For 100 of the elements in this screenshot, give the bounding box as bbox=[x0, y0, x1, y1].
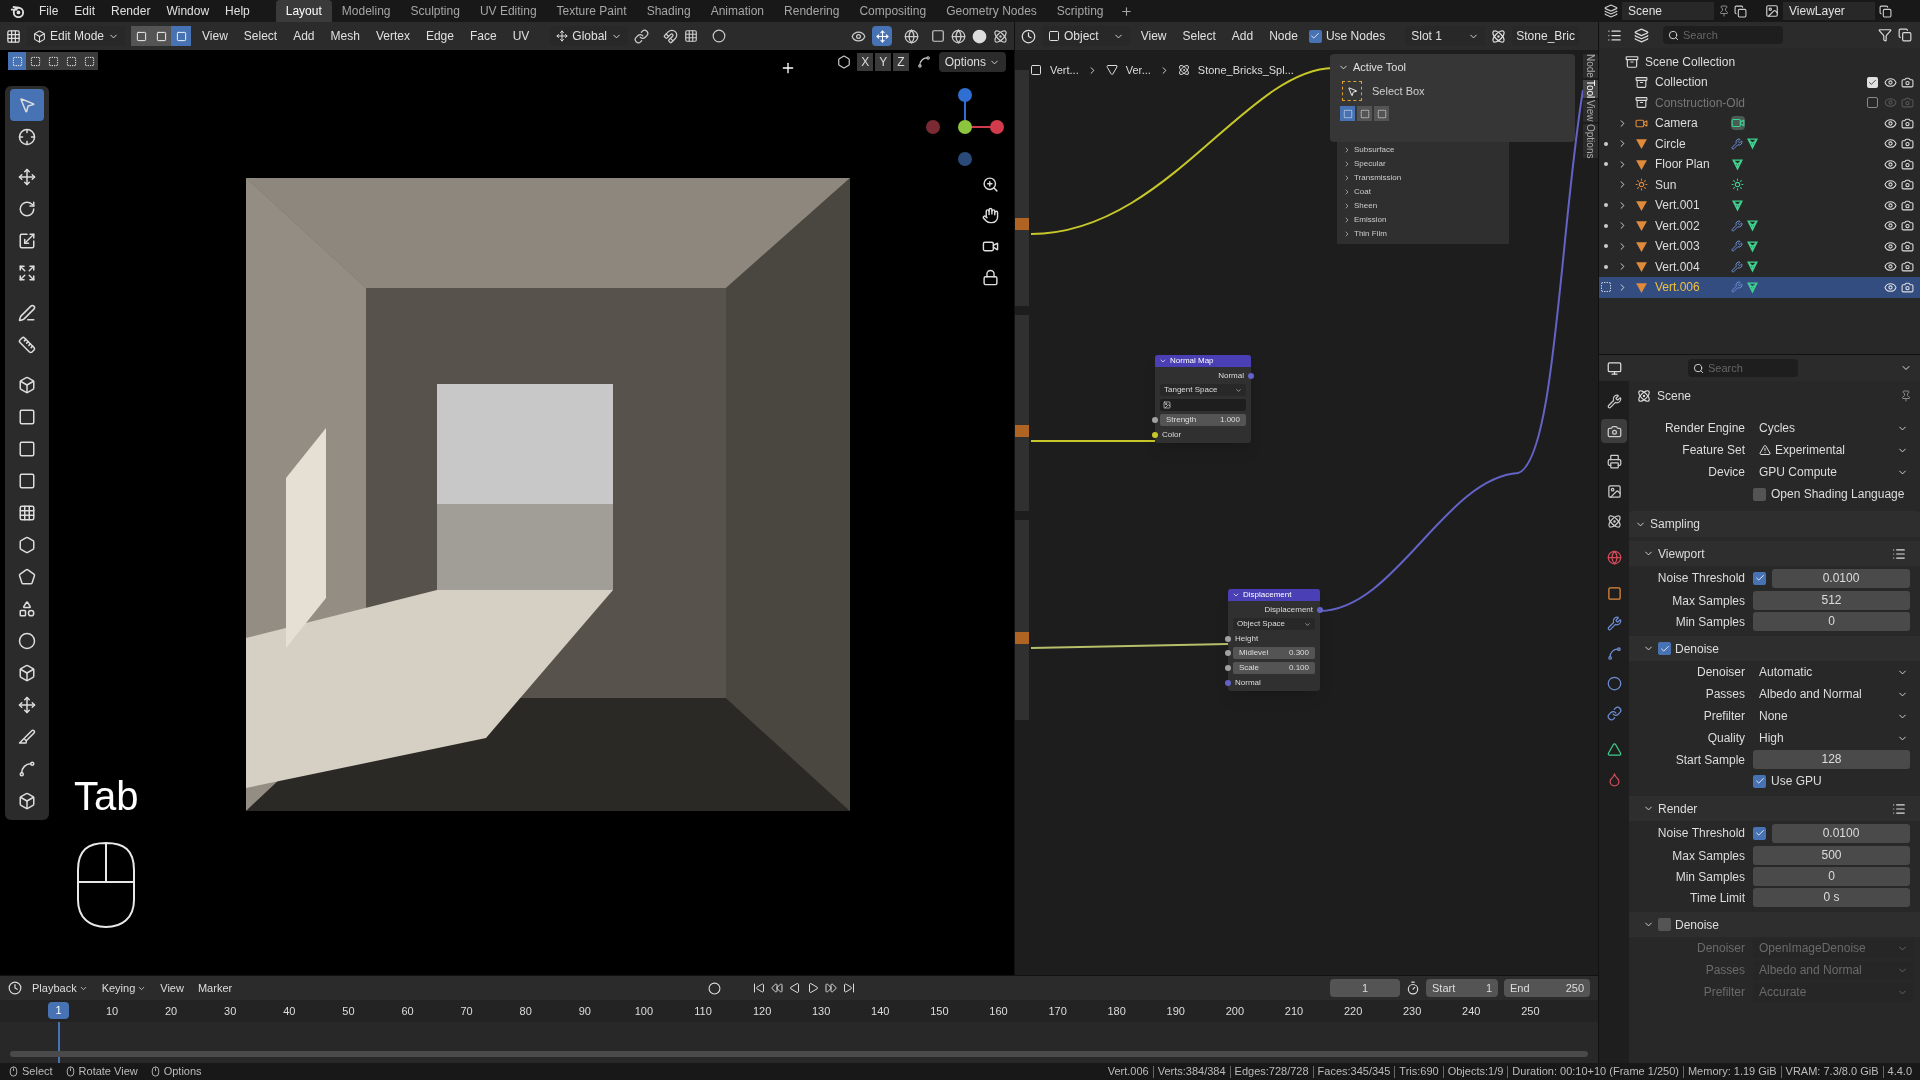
outliner-item-label[interactable]: Sun bbox=[1655, 175, 1725, 194]
menu-item[interactable]: Edit bbox=[66, 2, 104, 20]
menu-item[interactable]: Select bbox=[238, 27, 283, 45]
subpanel-header[interactable]: Denoise bbox=[1629, 636, 1920, 661]
current-frame-marker[interactable]: 1 bbox=[48, 1002, 69, 1019]
menu-item[interactable]: View bbox=[1135, 27, 1172, 45]
workspace-tab[interactable]: UV Editing bbox=[469, 0, 547, 22]
outliner-item-label[interactable]: Vert.001 bbox=[1655, 196, 1725, 215]
shader-node[interactable]: Normal Map Normal Tangent Space Strength 1.000 Color bbox=[1155, 355, 1251, 443]
workspace-tab[interactable]: Geometry Nodes bbox=[936, 0, 1047, 22]
node-panel-item[interactable]: Coat bbox=[1337, 186, 1509, 198]
outliner-row[interactable]: Vert.001 bbox=[1599, 195, 1920, 216]
outliner-item-label[interactable]: Circle bbox=[1655, 134, 1725, 153]
menu-item[interactable]: Select bbox=[1177, 27, 1221, 45]
outliner-row[interactable]: Circle bbox=[1599, 133, 1920, 154]
orientation-dropdown[interactable]: Global bbox=[550, 26, 628, 46]
outliner-row[interactable]: Vert.004 bbox=[1599, 256, 1920, 277]
outliner-row[interactable]: Floor Plan bbox=[1599, 154, 1920, 175]
node-header[interactable]: Normal Map bbox=[1155, 355, 1251, 367]
breadcrumb-item[interactable]: Stone_Bricks_Spl... bbox=[1197, 62, 1294, 79]
menu-item[interactable]: Edge bbox=[420, 27, 459, 45]
panel-header[interactable]: Sampling bbox=[1629, 511, 1920, 537]
slot-dropdown[interactable]: Slot 1 bbox=[1405, 26, 1486, 46]
outliner-item-label[interactable]: Camera bbox=[1655, 114, 1725, 133]
number-field[interactable]: 0.0100 bbox=[1772, 568, 1910, 588]
outliner-item-label[interactable]: Vert.003 bbox=[1655, 237, 1725, 256]
menu-item[interactable]: Add bbox=[288, 27, 320, 45]
node-panel-item[interactable]: Transmission bbox=[1337, 172, 1509, 184]
menu-item[interactable]: Keying bbox=[101, 979, 136, 997]
workspace-tab[interactable]: Compositing bbox=[849, 0, 937, 22]
sidebar-tab[interactable]: Options bbox=[1583, 123, 1598, 159]
breadcrumb-item[interactable]: Ver... bbox=[1125, 62, 1151, 79]
menu-item[interactable]: Add bbox=[1226, 27, 1259, 45]
object-dropdown[interactable]: Object bbox=[1042, 26, 1130, 46]
workspace-tab[interactable]: Animation bbox=[700, 0, 775, 22]
menu-item[interactable]: Window bbox=[158, 2, 218, 20]
menu-item[interactable]: Mesh bbox=[325, 27, 365, 45]
menu-item[interactable]: View bbox=[160, 979, 184, 997]
outliner-row[interactable]: Vert.006 bbox=[1599, 277, 1920, 298]
options-dropdown[interactable]: Options bbox=[938, 52, 1006, 72]
node-panel-item[interactable]: Thin Film bbox=[1337, 228, 1509, 240]
number-field[interactable]: 128 bbox=[1753, 750, 1910, 769]
outliner-item-label[interactable]: Vert.004 bbox=[1655, 257, 1725, 276]
node-panel-item[interactable]: Sheen bbox=[1337, 200, 1509, 212]
workspace-tab[interactable]: Texture Paint bbox=[546, 0, 637, 22]
subpanel-header[interactable]: Viewport bbox=[1629, 541, 1920, 566]
scene-field[interactable]: Scene bbox=[1622, 2, 1714, 20]
menu-item[interactable]: Render bbox=[103, 2, 159, 20]
menu-item[interactable]: Face bbox=[464, 27, 502, 45]
outliner-item-label[interactable]: Floor Plan bbox=[1655, 155, 1725, 174]
outliner-item-label[interactable]: Vert.006 bbox=[1655, 278, 1725, 297]
workspace-tab[interactable]: Rendering bbox=[774, 0, 850, 22]
number-field[interactable]: 0.0100 bbox=[1772, 823, 1910, 843]
outliner-row[interactable]: Collection bbox=[1599, 72, 1920, 93]
shader-node[interactable]: Displacement Displacement Object Space Height Midlevel 0.300 Scale 0.100 Normal bbox=[1228, 589, 1320, 691]
subpanel-header[interactable]: Render bbox=[1629, 796, 1920, 821]
breadcrumb-item[interactable]: Vert... bbox=[1050, 62, 1079, 79]
view-layer-field[interactable]: ViewLayer bbox=[1783, 2, 1875, 20]
mode-dropdown[interactable]: Edit Mode bbox=[27, 26, 126, 46]
number-field[interactable]: 512 bbox=[1753, 591, 1910, 610]
node-panel-item[interactable]: Emission bbox=[1337, 214, 1509, 226]
outliner-row[interactable]: Camera bbox=[1599, 113, 1920, 134]
workspace-tab[interactable]: Shading bbox=[636, 0, 701, 22]
outliner-row[interactable]: Sun bbox=[1599, 174, 1920, 195]
node-number-field[interactable]: Scale 0.100 bbox=[1233, 662, 1315, 674]
start-frame-field[interactable]: Start 1 bbox=[1426, 979, 1498, 997]
sidebar-tab[interactable]: View bbox=[1583, 100, 1598, 122]
menu-item[interactable]: UV bbox=[507, 27, 535, 45]
viewport-canvas[interactable]: X Y Z Options Tab bbox=[0, 50, 1014, 975]
number-field[interactable]: 0 bbox=[1753, 867, 1910, 886]
number-field[interactable]: 0 bbox=[1753, 612, 1910, 631]
sidebar-tab[interactable]: Node bbox=[1583, 54, 1598, 78]
number-field[interactable]: 0 s bbox=[1753, 888, 1910, 907]
end-frame-field[interactable]: End 250 bbox=[1504, 979, 1590, 997]
menu-item[interactable]: View bbox=[197, 27, 233, 45]
mirror-axis-toggle[interactable]: Z bbox=[893, 53, 909, 71]
menu-item[interactable]: File bbox=[31, 2, 67, 20]
outliner-item-label[interactable]: Scene Collection bbox=[1645, 52, 1736, 71]
sidebar-tab[interactable]: Tool bbox=[1583, 79, 1598, 99]
mirror-axis-toggle[interactable]: Y bbox=[875, 53, 892, 71]
menu-item[interactable]: Help bbox=[217, 2, 258, 20]
search-field[interactable]: Search bbox=[1688, 359, 1798, 377]
menu-item[interactable]: Marker bbox=[197, 979, 233, 997]
outliner-item-label[interactable]: Vert.002 bbox=[1655, 216, 1725, 235]
subpanel-header[interactable]: Denoise bbox=[1629, 912, 1920, 937]
workspace-tab[interactable]: Scripting bbox=[1046, 0, 1114, 22]
workspace-tab[interactable]: Layout bbox=[275, 0, 332, 22]
node-header[interactable]: Displacement bbox=[1228, 589, 1320, 601]
search-field[interactable]: Search bbox=[1663, 26, 1783, 44]
outliner-row[interactable]: Vert.002 bbox=[1599, 215, 1920, 236]
workspace-tab[interactable]: Sculpting bbox=[400, 0, 470, 22]
node-dropdown[interactable]: Tangent Space bbox=[1160, 384, 1246, 396]
outliner-item-label[interactable]: Collection bbox=[1655, 73, 1725, 92]
node-panel-item[interactable]: Specular bbox=[1337, 158, 1509, 170]
node-number-field[interactable]: Strength 1.000 bbox=[1160, 414, 1246, 426]
node-dropdown[interactable]: Object Space bbox=[1233, 618, 1315, 630]
current-frame-field[interactable]: 1 bbox=[1330, 979, 1400, 997]
node-number-field[interactable]: Midlevel 0.300 bbox=[1233, 647, 1315, 659]
workspace-tab[interactable]: Modeling bbox=[331, 0, 401, 22]
menu-item[interactable]: Node bbox=[1264, 27, 1303, 45]
